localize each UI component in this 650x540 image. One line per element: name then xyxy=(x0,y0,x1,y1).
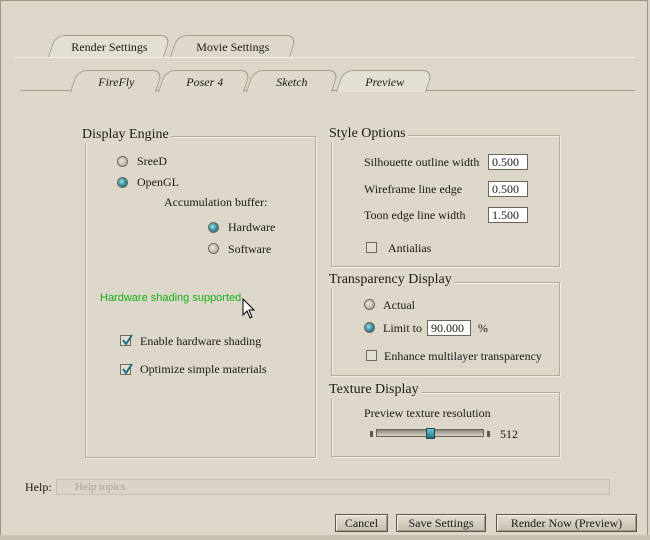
hardware-radio[interactable] xyxy=(208,222,219,233)
antialias-checkbox[interactable] xyxy=(366,242,377,253)
transparency-title: Transparency Display xyxy=(327,272,454,288)
software-radio[interactable] xyxy=(208,243,219,254)
help-topics-field[interactable]: Help topics xyxy=(56,479,610,495)
wireframe-label: Wireframe line edge xyxy=(364,182,463,196)
opengl-label: OpenGL xyxy=(137,175,179,189)
slider-max-marker xyxy=(487,431,490,437)
tab-poser4[interactable]: Poser 4 xyxy=(158,70,252,92)
tab-sketch[interactable]: Sketch xyxy=(246,70,340,92)
silhouette-width-input[interactable]: 0.500 xyxy=(488,154,528,170)
texture-slider-thumb[interactable] xyxy=(425,428,435,439)
checkmark-icon xyxy=(122,334,133,346)
tab-movie-settings[interactable]: Movie Settings xyxy=(170,35,298,57)
texture-resolution-value: 512 xyxy=(500,427,518,441)
display-engine-title: Display Engine xyxy=(80,127,171,143)
limit-value-input[interactable]: 90.000 xyxy=(427,320,471,336)
actual-radio[interactable] xyxy=(364,299,375,310)
enhance-label: Enhance multilayer transparency xyxy=(384,349,542,363)
cancel-button[interactable]: Cancel xyxy=(335,514,388,532)
checkmark-icon xyxy=(122,363,133,375)
mouse-cursor-icon xyxy=(242,298,256,320)
tab-render-settings-label: Render Settings xyxy=(71,40,148,54)
enhance-checkbox[interactable] xyxy=(366,350,377,361)
limit-to-label: Limit to xyxy=(383,321,422,335)
hardware-label: Hardware xyxy=(228,220,276,234)
tab-firefly-label: FireFly xyxy=(98,75,135,89)
limit-to-radio[interactable] xyxy=(364,322,375,333)
enable-hw-shading-checkbox[interactable] xyxy=(120,334,133,346)
wireframe-edge-input[interactable]: 0.500 xyxy=(488,181,528,197)
tab-sketch-label: Sketch xyxy=(276,75,308,89)
percent-label: % xyxy=(478,321,488,335)
toon-edge-input[interactable]: 1.500 xyxy=(488,207,528,223)
opengl-radio[interactable] xyxy=(117,177,128,188)
bottom-edge xyxy=(0,535,650,540)
tab-preview-label: Preview xyxy=(364,75,404,89)
toon-edge-label: Toon edge line width xyxy=(364,208,466,222)
tab-poser4-label: Poser 4 xyxy=(185,75,223,89)
software-label: Software xyxy=(228,242,272,256)
enable-hw-shading-label: Enable hardware shading xyxy=(140,334,262,348)
tab-preview[interactable]: Preview xyxy=(336,70,434,92)
accumulation-buffer-label: Accumulation buffer: xyxy=(164,195,268,209)
silhouette-label: Silhouette outline width xyxy=(364,155,480,169)
slider-min-marker xyxy=(370,431,373,437)
sreed-radio[interactable] xyxy=(117,156,128,167)
tab-firefly[interactable]: FireFly xyxy=(70,70,164,92)
texture-title: Texture Display xyxy=(327,382,421,398)
help-label: Help: xyxy=(25,480,52,494)
sreed-label: SreeD xyxy=(137,154,167,168)
antialias-label: Antialias xyxy=(388,241,432,255)
style-options-title: Style Options xyxy=(327,126,408,142)
optimize-materials-label: Optimize simple materials xyxy=(140,362,267,376)
texture-resolution-label: Preview texture resolution xyxy=(364,406,491,420)
optimize-materials-checkbox[interactable] xyxy=(120,363,133,375)
texture-group xyxy=(331,392,560,457)
save-settings-button[interactable]: Save Settings xyxy=(396,514,486,532)
tab-render-settings[interactable]: Render Settings xyxy=(48,35,172,57)
actual-label: Actual xyxy=(383,298,415,312)
tab-movie-settings-label: Movie Settings xyxy=(196,40,270,54)
hardware-shading-status: Hardware shading supported xyxy=(100,292,242,304)
render-now-button[interactable]: Render Now (Preview) xyxy=(496,514,637,532)
